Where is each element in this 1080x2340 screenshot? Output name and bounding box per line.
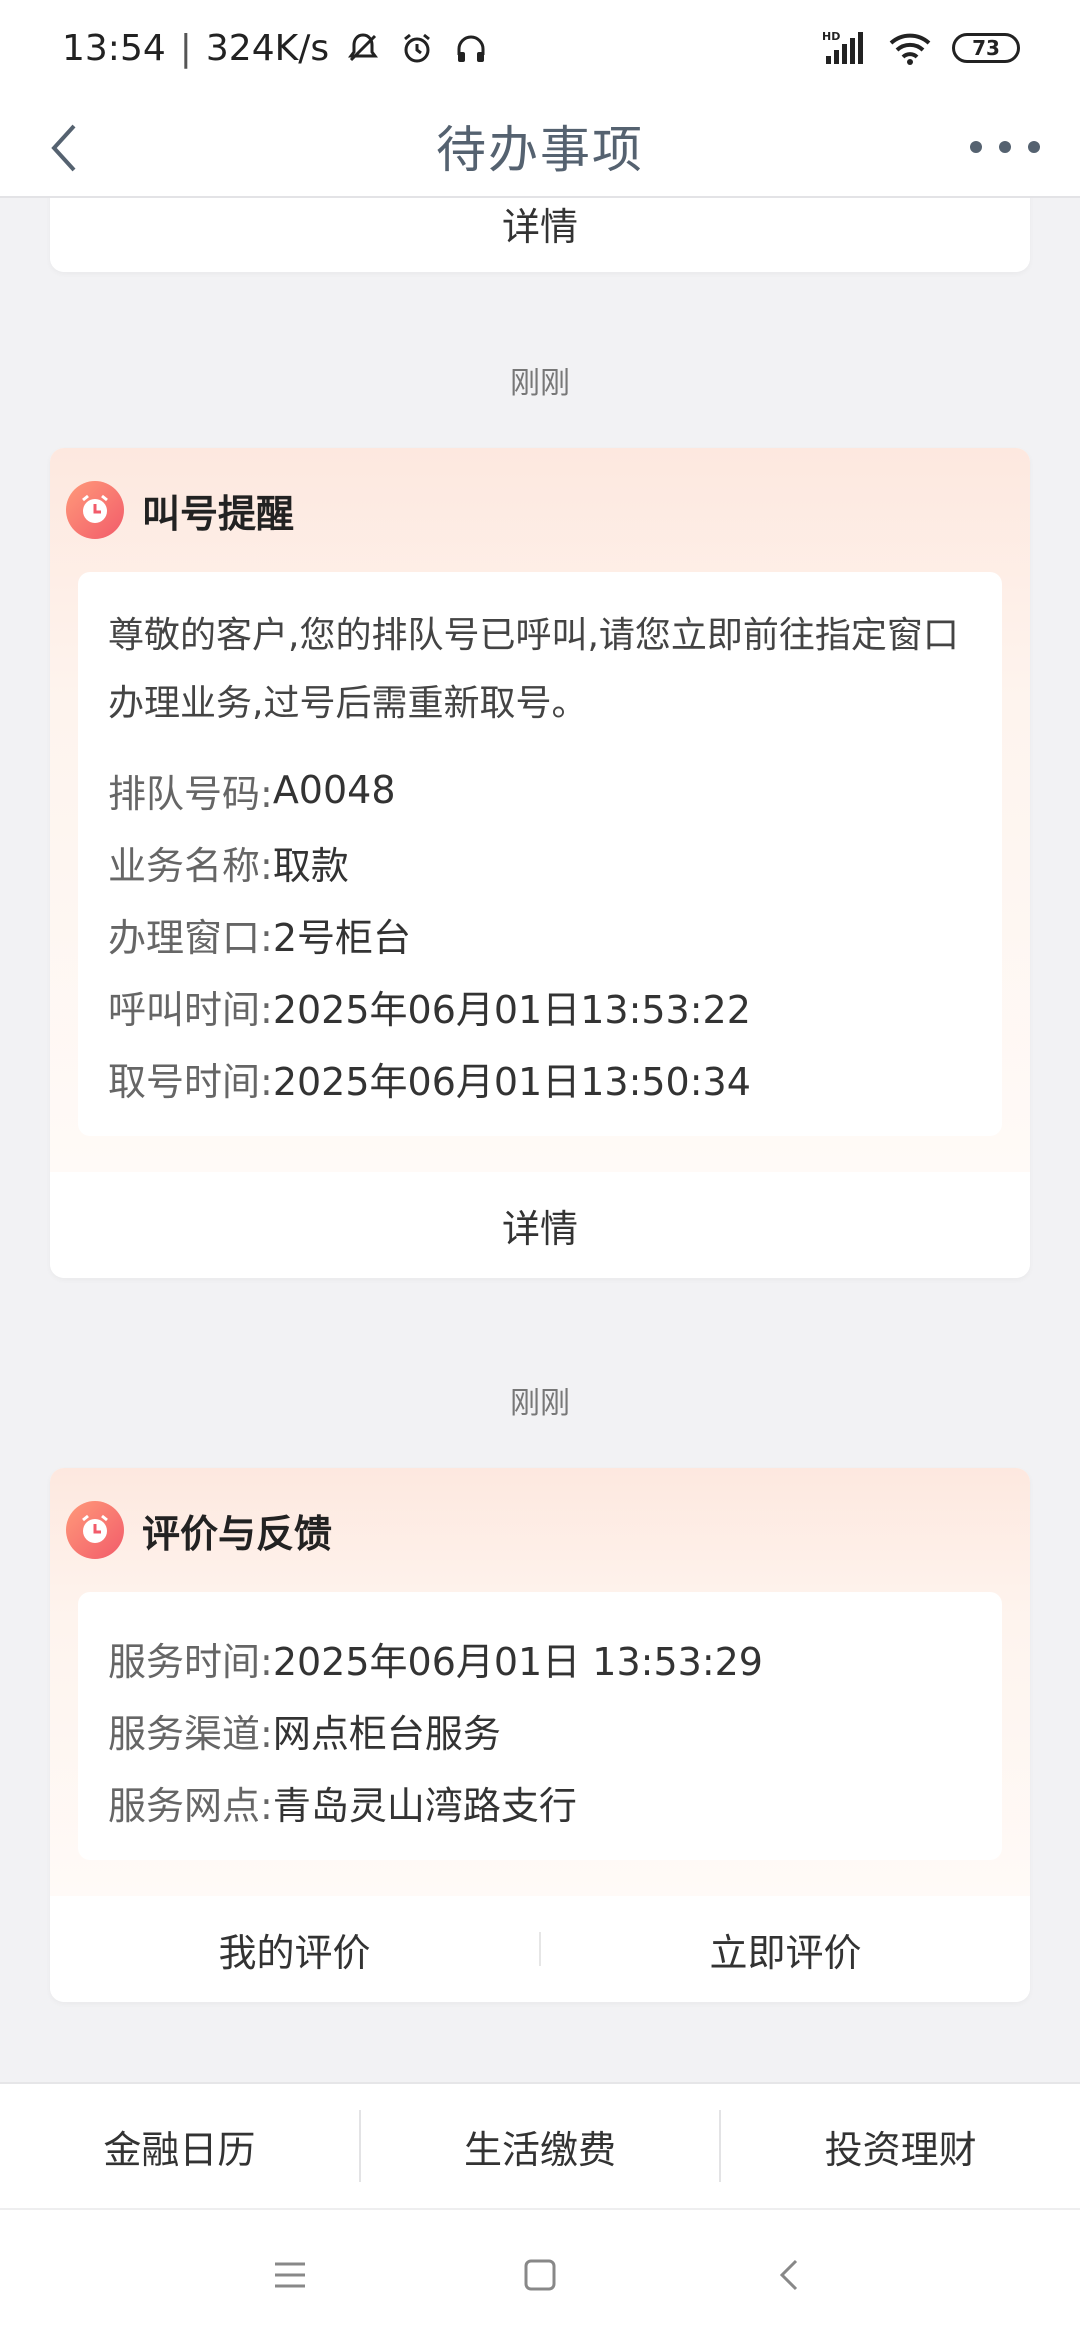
status-bar: 13:54 | 324K/s HD 73 — [0, 0, 1080, 96]
more-dot-icon — [999, 141, 1011, 153]
my-review-button[interactable]: 我的评价 — [50, 1922, 539, 1977]
card1-title: 叫号提醒 — [142, 491, 295, 536]
field-row: 业务名称: 取款 — [108, 826, 972, 898]
call-notice-text: 尊敬的客户,您的排队号已呼叫,请您立即前往指定窗口办理业务,过号后需重新取号。 — [108, 615, 959, 724]
field-value: 青岛灵山湾路支行 — [272, 1783, 577, 1828]
field-value: 取款 — [272, 843, 349, 888]
tab-investment[interactable]: 投资理财 — [721, 2119, 1080, 2174]
field-label: 办理窗口: — [108, 915, 273, 960]
review-now-button[interactable]: 立即评价 — [541, 1922, 1030, 1977]
field-label: 服务时间: — [108, 1639, 273, 1684]
recent-apps-button[interactable] — [270, 2255, 310, 2295]
feedback-card: 评价与反馈 服务时间: 2025年06月01日 13:53:29 服务渠道: 网… — [50, 1468, 1030, 2002]
card1-timestamp: 刚刚 — [510, 366, 570, 401]
previous-detail-button[interactable]: 详情 — [50, 198, 1030, 272]
field-row: 服务时间: 2025年06月01日 13:53:29 — [108, 1622, 972, 1694]
back-arrow-icon — [779, 2259, 798, 2291]
card1-detail-button[interactable]: 详情 — [50, 1172, 1030, 1278]
card1-content: 尊敬的客户,您的排队号已呼叫,请您立即前往指定窗口办理业务,过号后需重新取号。 … — [78, 572, 1002, 1136]
headphones-icon — [451, 28, 491, 68]
alarm-icon — [397, 28, 437, 68]
tab-financial-calendar[interactable]: 金融日历 — [0, 2119, 359, 2174]
status-right: HD 73 — [822, 28, 1020, 68]
network-type: HD — [822, 30, 840, 43]
field-value: 2号柜台 — [272, 915, 411, 960]
more-options-button[interactable] — [970, 122, 1040, 172]
network-speed: 324K/s — [205, 27, 330, 69]
card2-body: 评价与反馈 服务时间: 2025年06月01日 13:53:29 服务渠道: 网… — [50, 1468, 1030, 1896]
system-nav-bar — [0, 2210, 1080, 2340]
square-home-icon — [524, 2259, 556, 2291]
field-value: 2025年06月01日 13:53:29 — [272, 1639, 763, 1684]
card1-header: 叫号提醒 — [50, 448, 1030, 572]
card2-title: 评价与反馈 — [142, 1511, 333, 1556]
previous-card: 详情 — [50, 198, 1030, 272]
clock-icon — [66, 1501, 124, 1559]
menu-icon — [275, 2262, 305, 2288]
more-dot-icon — [1028, 141, 1040, 153]
field-row: 办理窗口: 2号柜台 — [108, 898, 972, 970]
field-row: 服务渠道: 网点柜台服务 — [108, 1694, 972, 1766]
wifi-icon — [888, 28, 932, 68]
field-value: 2025年06月01日13:53:22 — [272, 987, 751, 1032]
field-value: A0048 — [272, 768, 396, 812]
system-back-button[interactable] — [770, 2255, 810, 2295]
card2-timestamp: 刚刚 — [510, 1386, 570, 1421]
field-label: 服务网点: — [108, 1783, 273, 1828]
field-value: 网点柜台服务 — [272, 1711, 501, 1756]
field-label: 呼叫时间: — [108, 987, 273, 1032]
field-value: 2025年06月01日13:50:34 — [272, 1059, 751, 1104]
nav-bar: 待办事项 — [0, 96, 1080, 198]
field-label: 服务渠道: — [108, 1711, 273, 1756]
more-dot-icon — [970, 141, 982, 153]
bottom-tab-bar: 金融日历 生活缴费 投资理财 — [0, 2082, 1080, 2210]
status-left: 13:54 | 324K/s — [62, 28, 491, 69]
field-label: 业务名称: — [108, 843, 273, 888]
card2-header: 评价与反馈 — [50, 1468, 1030, 1592]
home-button[interactable] — [520, 2255, 560, 2295]
field-label: 取号时间: — [108, 1059, 273, 1104]
tab-life-payment[interactable]: 生活缴费 — [361, 2119, 720, 2174]
clock-icon — [66, 481, 124, 539]
call-reminder-card: 叫号提醒 尊敬的客户,您的排队号已呼叫,请您立即前往指定窗口办理业务,过号后需重… — [50, 448, 1030, 1278]
mute-bell-icon — [343, 28, 383, 68]
field-row: 呼叫时间: 2025年06月01日13:53:22 — [108, 970, 972, 1042]
battery-indicator: 73 — [952, 33, 1020, 63]
card1-body: 叫号提醒 尊敬的客户,您的排队号已呼叫,请您立即前往指定窗口办理业务,过号后需重… — [50, 448, 1030, 1172]
todo-list[interactable]: 详情 刚刚 叫号提醒 尊敬的客户,您的排队号已呼叫,请您立即前往指定窗口办理业务… — [0, 198, 1080, 2082]
signal-icon: HD — [822, 28, 868, 68]
field-row: 服务网点: 青岛灵山湾路支行 — [108, 1766, 972, 1838]
status-time: 13:54 — [62, 27, 166, 69]
field-label: 排队号码: — [108, 771, 273, 816]
back-button[interactable] — [40, 118, 96, 178]
card2-content: 服务时间: 2025年06月01日 13:53:29 服务渠道: 网点柜台服务 … — [78, 1592, 1002, 1860]
field-row: 取号时间: 2025年06月01日13:50:34 — [108, 1042, 972, 1114]
chevron-left-icon — [51, 124, 76, 172]
field-row: 排队号码: A0048 — [108, 754, 972, 826]
status-separator: | — [179, 27, 192, 69]
card2-actions: 我的评价 立即评价 — [50, 1896, 1030, 2002]
page-title: 待办事项 — [436, 121, 644, 179]
